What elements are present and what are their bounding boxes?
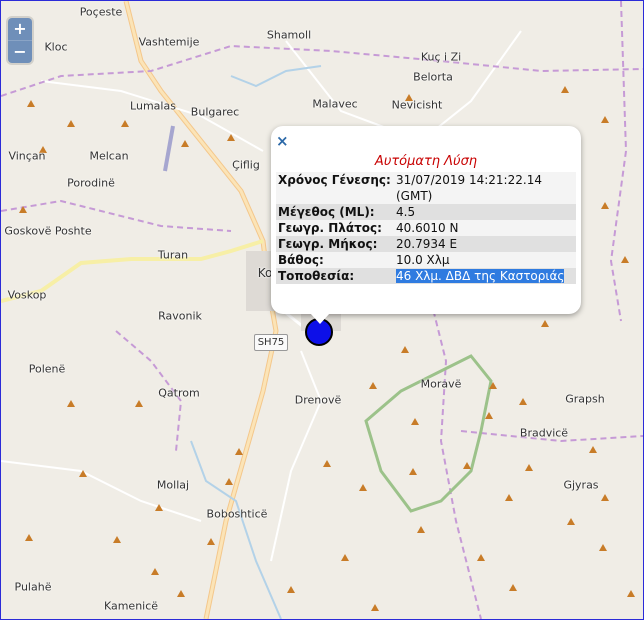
- place-label-gjyras: Gjyras: [563, 478, 599, 492]
- detail-row-origin-time: Χρόνος Γένεσης: 31/07/2019 14:21:22.14 (…: [276, 172, 576, 204]
- stream: [190, 440, 282, 619]
- road-shield-sh75: SH75: [254, 334, 288, 351]
- zoom-control: + −: [8, 18, 32, 63]
- place-label-shamoll: Shamoll: [266, 28, 312, 42]
- place-label-turan: Turan: [157, 248, 189, 262]
- detail-key: Χρόνος Γένεσης:: [278, 173, 391, 187]
- detail-row-magnitude: Μέγεθος (ML): 4.5: [276, 204, 576, 220]
- place-label-malavec: Malavec: [312, 97, 358, 111]
- place-label-drenove: Drenovë: [294, 393, 342, 407]
- detail-row-longitude: Γεωγρ. Μήκος: 20.7934 E: [276, 236, 576, 252]
- location-value-selected[interactable]: 46 Χλμ. ΔΒΔ της Καστοριάς: [396, 269, 565, 283]
- place-label-voskop: Voskop: [7, 288, 47, 302]
- place-label-grapsh: Grapsh: [565, 392, 605, 406]
- place-label-polene: Polenë: [28, 362, 66, 376]
- detail-key: Τοποθεσία:: [278, 269, 355, 283]
- airport-runway: [163, 125, 175, 172]
- event-popup: × Αυτόματη Λύση Χρόνος Γένεσης: 31/07/20…: [271, 126, 581, 324]
- place-label-kamenice: Kamenicë: [103, 599, 159, 613]
- detail-value: 40.6010 N: [396, 221, 459, 235]
- place-label-pulahe: Pulahë: [14, 580, 52, 594]
- place-label-belorta: Belorta: [413, 70, 453, 84]
- place-label-nevicisht: Nevicisht: [391, 98, 443, 112]
- place-label-kuc-i-zi: Kuç i Zi: [420, 50, 462, 64]
- place-label-bulgarec: Bulgarec: [190, 105, 240, 119]
- place-label-melcan: Melcan: [89, 149, 129, 163]
- detail-row-latitude: Γεωγρ. Πλάτος: 40.6010 N: [276, 220, 576, 236]
- place-label-mollaj: Mollaj: [156, 478, 190, 492]
- zoom-in-button[interactable]: +: [8, 18, 32, 40]
- event-details-table: Χρόνος Γένεσης: 31/07/2019 14:21:22.14 (…: [276, 172, 576, 284]
- place-label-ravonik: Ravonik: [158, 309, 202, 323]
- place-label-porodine: Porodinë: [67, 176, 115, 190]
- detail-key: Γεωγρ. Μήκος:: [278, 237, 378, 251]
- place-label-ciflig: Çiflig: [232, 158, 260, 172]
- origin-time-zone: (GMT): [396, 189, 433, 203]
- place-label-vincan: Vinçan: [8, 149, 46, 163]
- place-label-vashtemije: Vashtemije: [138, 35, 200, 49]
- popup-title: Αυτόματη Λύση: [374, 154, 478, 169]
- place-label-kloc: Kloc: [44, 40, 68, 54]
- popup-close-button[interactable]: ×: [276, 132, 289, 150]
- popup-tip: [310, 313, 330, 324]
- place-label-qatrom: Qatrom: [158, 386, 200, 400]
- detail-value: 4.5: [396, 205, 416, 219]
- place-label-morave: Moravë: [420, 377, 462, 391]
- place-label-poceste: Poçeste: [79, 5, 123, 19]
- origin-time-value: 31/07/2019 14:21:22.14: [396, 173, 542, 187]
- detail-key: Γεωγρ. Πλάτος:: [278, 221, 382, 235]
- detail-value: 20.7934 E: [396, 237, 458, 251]
- detail-row-depth: Βάθος: 10.0 Χλμ: [276, 252, 576, 268]
- zoom-out-button[interactable]: −: [8, 40, 32, 63]
- detail-value: 10.0 Χλμ: [396, 253, 450, 267]
- place-label-boboshtice: Boboshticë: [206, 507, 268, 521]
- place-label-bradvice: Bradvicë: [519, 426, 569, 440]
- detail-row-location: Τοποθεσία: 46 Χλμ. ΔΒΔ της Καστοριάς: [276, 268, 576, 284]
- place-label-lumalas: Lumalas: [130, 99, 176, 113]
- place-label-goskove-poshte: Goskovë Poshte: [4, 224, 92, 238]
- detail-value: 46 Χλμ. ΔΒΔ της Καστοριάς: [396, 268, 576, 284]
- detail-key: Βάθος:: [278, 253, 324, 267]
- detail-value: 31/07/2019 14:21:22.14 (GMT): [396, 172, 576, 204]
- map-view[interactable]: Poçeste Kloc Vashtemije Shamoll Kuç i Zi…: [0, 0, 644, 620]
- detail-key: Μέγεθος (ML):: [278, 205, 375, 219]
